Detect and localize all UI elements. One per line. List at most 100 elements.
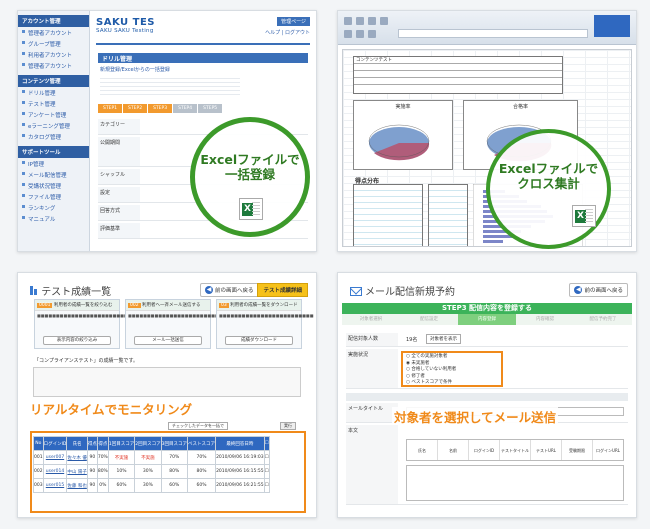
step: STEP4 xyxy=(173,104,198,113)
callout-text: Excelファイルで 一括登録 xyxy=(200,152,300,182)
card-title: 0001 利用者の成績一覧を絞り込む xyxy=(35,300,119,311)
sidebar-item[interactable]: メール配信管理 xyxy=(18,169,89,180)
callout-cross-tab: Excelファイルで クロス集計 xyxy=(486,129,611,249)
test-detail-button[interactable]: テスト成績詳細 xyxy=(257,283,308,297)
sidebar-item[interactable]: 利用者アカウント xyxy=(18,49,89,60)
sidebar-item[interactable]: マニュアル xyxy=(18,213,89,224)
substep: 配信設定 xyxy=(420,317,438,322)
callout-text: 対象者を選択してメール送信 xyxy=(392,407,559,426)
callout-excel-import: Excelファイルで 一括登録 xyxy=(190,117,310,237)
form-label: 公開期間 xyxy=(98,137,140,166)
insert-field[interactable]: 名前 xyxy=(438,440,469,460)
back-button[interactable]: ◀ 前の画面へ戻る xyxy=(200,283,259,297)
download-card: 03 利用者の成績一覧をダウンロード ■■■■■■■■■■■■■■■■■■■■■… xyxy=(216,299,314,349)
name-link[interactable]: 中山 陽子 xyxy=(66,464,88,479)
back-button[interactable]: ◀ 前の画面へ戻る xyxy=(569,283,628,297)
excel-file-icon xyxy=(572,205,596,227)
sidebar-item[interactable]: ファイル管理 xyxy=(18,191,89,202)
row-checkbox[interactable]: ☐ xyxy=(263,450,270,465)
substep: 配信予約完了 xyxy=(589,317,617,322)
section-header xyxy=(346,393,628,401)
login-id-link[interactable]: user007 xyxy=(42,450,68,465)
table-header-row: No ログインID 氏名 得点 得点 1回目スコア 2回目スコア 3回目スコア … xyxy=(33,436,270,451)
row-checkbox[interactable]: ☐ xyxy=(263,478,270,493)
form-label: カテゴリー xyxy=(98,119,140,134)
bulk-action-select[interactable]: チェックしたデータを一括で xyxy=(168,422,228,430)
row-checkbox[interactable]: ☐ xyxy=(263,464,270,479)
insert-field[interactable]: 氏名 xyxy=(407,440,438,460)
substep-indicator: 対象者選択 配信設定 内容登録 内容確認 配信予約完了 xyxy=(342,314,632,325)
substep: 内容登録 xyxy=(458,314,516,325)
toolbar-icon[interactable] xyxy=(344,17,352,25)
toolbar-icon[interactable] xyxy=(368,30,376,38)
show-recipients-button[interactable]: 対象者を表示 xyxy=(426,334,461,344)
mail-icon xyxy=(350,287,362,296)
breadcrumb[interactable]: 新規登録/Excelからの一括登録 xyxy=(100,66,170,73)
summary-table: コンテンツテスト xyxy=(353,56,563,94)
filter-button[interactable]: 表示内容の絞り込み xyxy=(43,336,111,345)
column-header[interactable]: 得点 xyxy=(86,436,98,451)
callout-text: リアルタイムでモニタリング xyxy=(28,399,195,418)
sidebar-item[interactable]: ドリル管理 xyxy=(18,87,89,98)
table-row: 002 user014 中山 陽子 90 80% 10% 30% 80% 80% 2010/09/… xyxy=(33,464,270,479)
sidebar-item[interactable]: 管理者アカウント xyxy=(18,27,89,38)
toolbar-icon[interactable] xyxy=(356,17,364,25)
panel-mail-reservation: メール配信新規予約 ◀ 前の画面へ戻る STEP3 配信内容を登録する 対象者選択… xyxy=(337,272,637,518)
sidebar-item[interactable]: アンケート管理 xyxy=(18,109,89,120)
sidebar-item[interactable]: カタログ管理 xyxy=(18,131,89,142)
toolbar-icon[interactable] xyxy=(344,30,352,38)
sidebar: アカウント管理 管理者アカウント グループ管理 利用者アカウント 管理者アカウン… xyxy=(18,11,90,251)
sidebar-item[interactable]: テスト管理 xyxy=(18,98,89,109)
sidebar-item[interactable]: IP管理 xyxy=(18,158,89,169)
run-button[interactable]: 実行 xyxy=(280,422,296,430)
admin-page-tab[interactable]: 管理ページ xyxy=(277,17,310,26)
toolbar-icon[interactable] xyxy=(380,17,388,25)
name-link[interactable]: 佐々木 優 xyxy=(66,450,88,465)
formula-bar[interactable] xyxy=(398,29,588,38)
card-body: ■■■■■■■■■■■■■■■■■■■■■■■■■ xyxy=(37,313,132,318)
insert-field[interactable]: ログインURL xyxy=(593,440,623,460)
column-header: No xyxy=(33,436,44,451)
login-id-link[interactable]: user014 xyxy=(42,464,68,479)
panel-excel-cross-tab: コンテンツテスト 実施率 合格率 得点分布 Excelファイルで クロス集計 xyxy=(337,10,637,252)
insert-field[interactable]: ログインID xyxy=(469,440,500,460)
instruction-text xyxy=(100,75,240,95)
insert-field[interactable]: テストURL xyxy=(531,440,562,460)
sidebar-item[interactable]: eラーニング管理 xyxy=(18,120,89,131)
status-radio[interactable]: ○ ベストスコアで条件 xyxy=(406,380,498,387)
name-link[interactable]: 佐藤 和也 xyxy=(66,478,88,493)
bulk-mail-button[interactable]: メール一括送信 xyxy=(134,336,202,345)
form-label: 回答方式 xyxy=(98,205,140,220)
card-body: ■■■■■■■■■■■■■■■■■■■■■■■■■ xyxy=(219,313,314,318)
pie-chart-box: 実施率 xyxy=(353,100,453,170)
step: STEP1 xyxy=(98,104,123,113)
toolbar-icon[interactable] xyxy=(356,30,364,38)
column-header[interactable]: 得点 xyxy=(96,436,109,451)
login-id-link[interactable]: user015 xyxy=(42,478,68,493)
column-header[interactable]: ベストスコア xyxy=(186,436,217,451)
column-header[interactable]: ログインID xyxy=(42,436,68,451)
select-all-checkbox[interactable]: ☐ xyxy=(263,436,270,451)
toolbar-icon[interactable] xyxy=(368,17,376,25)
download-button[interactable]: 成績ダウンロード xyxy=(225,336,293,345)
sidebar-item[interactable]: 管理者アカウント xyxy=(18,60,89,71)
column-header[interactable]: 氏名 xyxy=(66,436,88,451)
spreadsheet-toolbar xyxy=(338,11,636,45)
table-row: 001 user007 佐々木 優 90 70% 不実施 不実施 70% 70% 2010/09/… xyxy=(33,450,270,465)
insert-field[interactable]: テストタイトル xyxy=(500,440,531,460)
tool-panel[interactable] xyxy=(594,15,630,37)
insert-field[interactable]: 受験期限 xyxy=(562,440,593,460)
sidebar-item[interactable]: グループ管理 xyxy=(18,38,89,49)
header-links[interactable]: ヘルプ | ログアウト xyxy=(265,29,310,36)
column-header[interactable]: 最終回答日時 xyxy=(215,436,265,451)
sidebar-item[interactable]: ランキング xyxy=(18,202,89,213)
form-label: 設定 xyxy=(98,187,140,202)
column-header[interactable]: 2回目スコア xyxy=(134,436,162,451)
sidebar-item[interactable]: 受講状況管理 xyxy=(18,180,89,191)
mail-body-textarea[interactable] xyxy=(406,465,624,501)
column-header[interactable]: 3回目スコア xyxy=(160,436,188,451)
column-header[interactable]: 1回目スコア xyxy=(107,436,136,451)
step: STEP2 xyxy=(123,104,148,113)
pie-chart xyxy=(368,124,430,161)
recipient-count: 19名 xyxy=(406,337,418,343)
